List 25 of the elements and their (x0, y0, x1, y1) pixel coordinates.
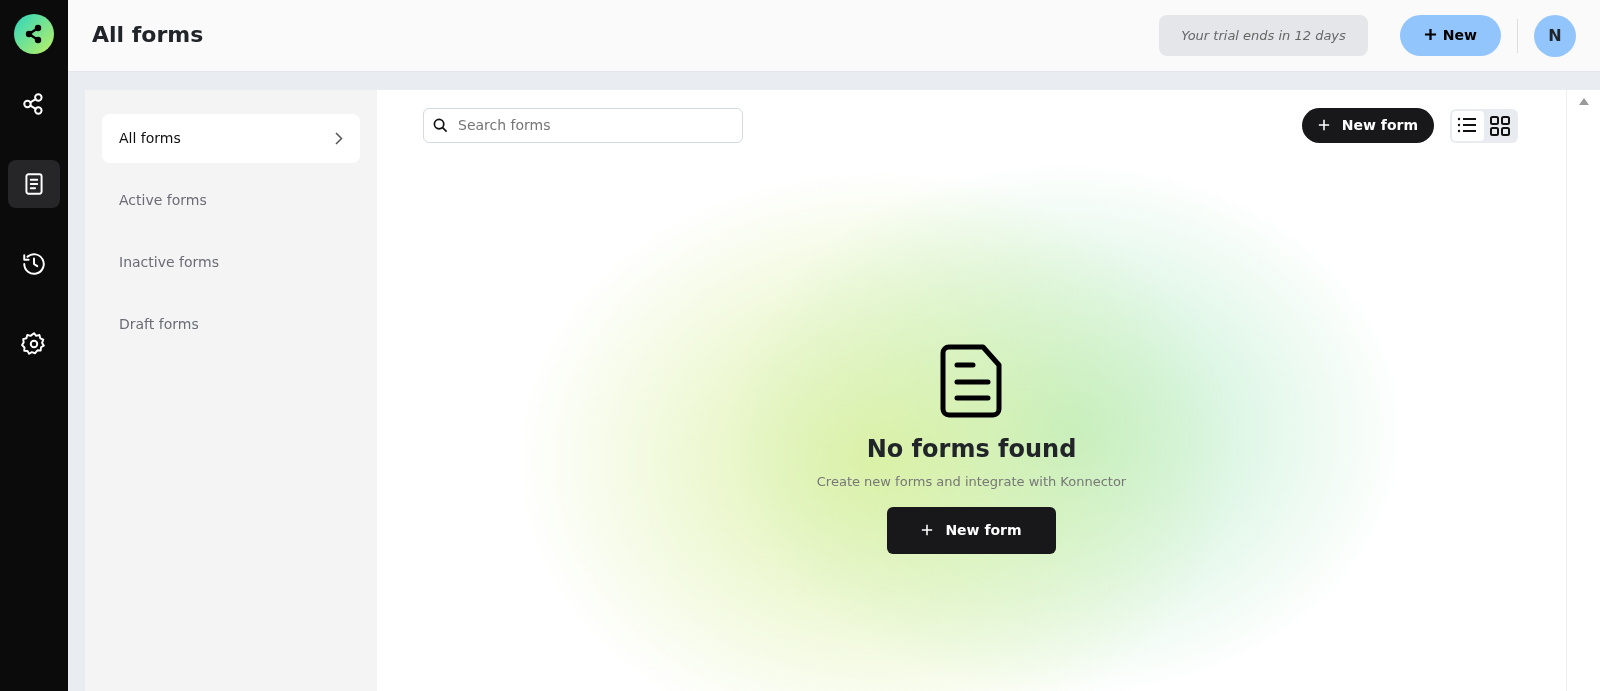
new-button[interactable]: New (1399, 15, 1501, 56)
search-icon (433, 118, 448, 133)
nav-button[interactable] (8, 160, 60, 208)
document-icon (938, 343, 1005, 419)
empty-title: No forms found (866, 435, 1077, 464)
filter-item[interactable]: Active forms (102, 176, 360, 225)
new-form-button[interactable]: New form (1301, 108, 1434, 143)
search-field[interactable]: Search forms (423, 108, 743, 143)
plus-icon (1423, 28, 1437, 41)
scroll-up-icon[interactable] (1578, 98, 1589, 105)
list-view-icon[interactable] (1452, 110, 1484, 141)
plus-icon (1317, 119, 1330, 131)
filter-item[interactable]: All forms (102, 114, 360, 163)
user-avatar[interactable]: N (1534, 14, 1576, 57)
settings-icon (21, 331, 47, 357)
filter-item[interactable]: Draft forms (102, 300, 360, 349)
chevron-right-icon (335, 132, 343, 145)
new-form-button[interactable]: New form (887, 507, 1056, 555)
plus-icon (921, 524, 934, 537)
page-title: All forms (92, 22, 204, 49)
filter-item[interactable]: Inactive forms (102, 238, 360, 287)
logo-icon[interactable] (14, 14, 54, 54)
history-icon (21, 251, 47, 277)
trial-notice: Your trial ends in 12 days (1159, 14, 1368, 57)
empty-message: Create new forms and integrate with Konnector (816, 472, 1127, 491)
